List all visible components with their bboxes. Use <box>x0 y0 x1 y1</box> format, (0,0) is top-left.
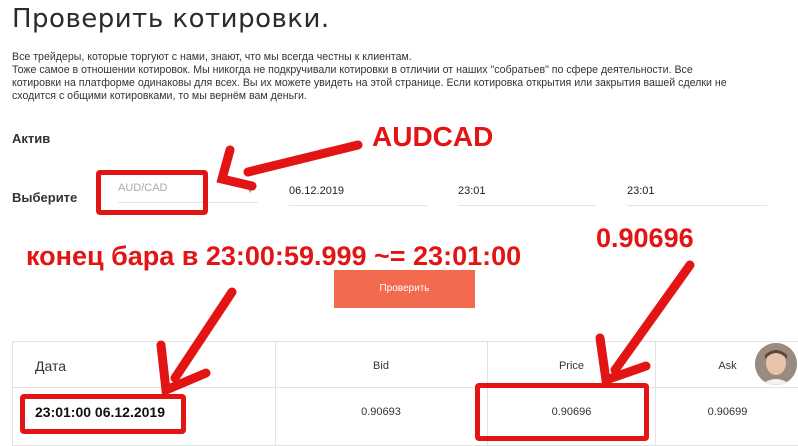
arrow-to-asset <box>243 140 363 177</box>
arrow-to-price <box>610 260 695 375</box>
annotation-arrows <box>156 140 695 397</box>
arrow-to-date <box>170 287 237 383</box>
